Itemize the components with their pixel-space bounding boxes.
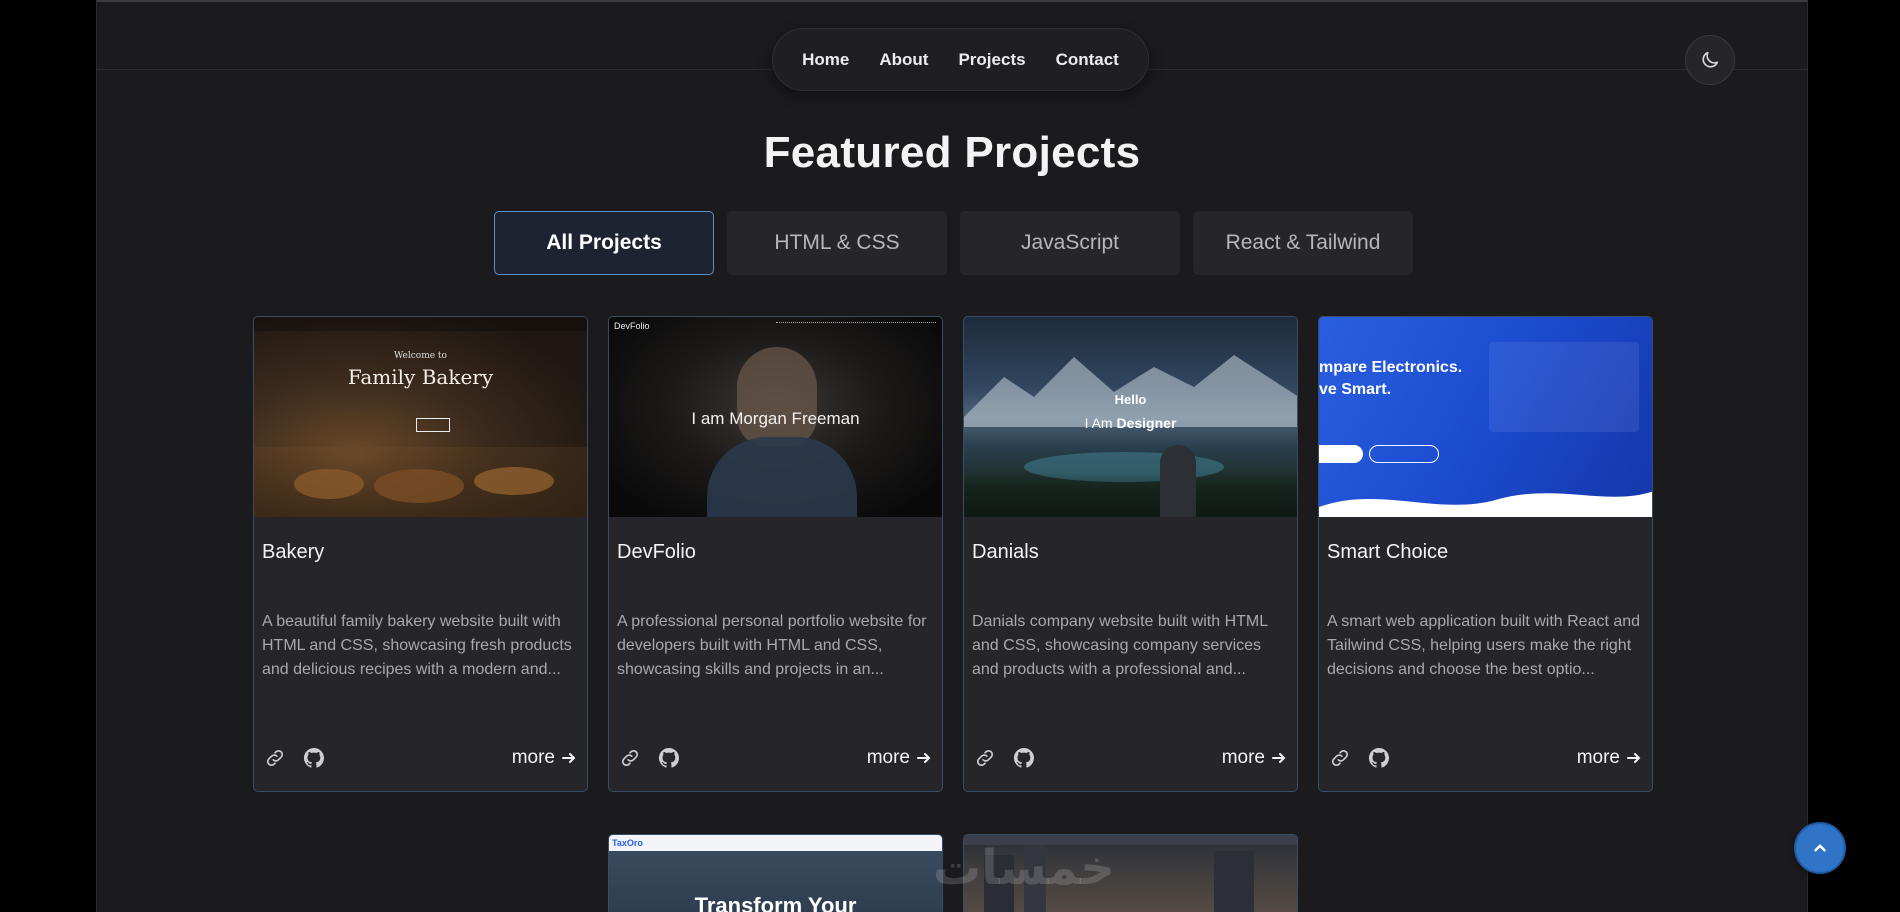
live-link-icon[interactable] [262,745,288,771]
live-link-icon[interactable] [617,745,643,771]
thumb-line2: ve Smart. [1319,381,1392,398]
more-label: more [1221,747,1265,768]
arrow-right-icon [917,753,931,763]
live-link-icon[interactable] [1327,745,1353,771]
project-thumbnail[interactable]: mpare Electronics. ve Smart. [1319,317,1652,517]
project-description: Danials company website built with HTML … [972,613,1268,678]
main-nav: Home About Projects Contact [772,28,1149,91]
project-title: Smart Choice [1327,541,1449,563]
thumb-line2: I Am Designer [964,415,1297,431]
chevron-up-icon [1814,844,1826,852]
thumb-heading: Family Bakery [347,365,494,389]
project-thumbnail[interactable] [964,835,1297,912]
project-card-bakery: Welcome to Family Bakery Bakery A beauti… [253,316,588,792]
arrow-right-icon [1272,753,1286,763]
more-label: more [1576,747,1620,768]
thumb-line2-emph: Designer [1116,415,1177,431]
project-thumbnail[interactable]: TaxOro Transform Your [609,835,942,912]
nav-home[interactable]: Home [802,50,849,70]
filter-all-projects[interactable]: All Projects [494,211,714,275]
thumb-line1: Hello [1114,392,1147,407]
more-link[interactable]: more [1222,747,1287,769]
thumb-heading: Transform Your [694,893,857,912]
thumb-brand: DevFolio [614,321,650,331]
filter-javascript[interactable]: JavaScript [960,211,1180,275]
theme-toggle-button[interactable] [1685,35,1735,85]
filter-html-css[interactable]: HTML & CSS [727,211,947,275]
project-filters: All Projects HTML & CSS JavaScript React… [494,211,1413,275]
more-link[interactable]: more [1577,747,1642,769]
project-actions: more [972,744,1287,772]
github-icon[interactable] [656,745,682,771]
project-description: A smart web application built with React… [1327,613,1641,678]
back-to-top-button[interactable] [1794,822,1846,874]
project-card-devfolio: DevFolio I am Morgan Freeman DevFolio A … [608,316,943,792]
project-card-partial: TaxOro Transform Your [608,834,943,912]
project-actions: more [617,744,932,772]
project-title: Bakery [262,541,325,563]
thumb-brand: TaxOro [612,838,643,848]
more-link[interactable]: more [512,747,577,769]
page-title: Featured Projects [763,128,1141,177]
github-icon[interactable] [1366,745,1392,771]
project-card-partial [963,834,1298,912]
project-thumbnail[interactable]: Hello I Am Designer [964,317,1297,517]
moon-icon [1702,51,1719,68]
thumb-line2-prefix: I Am [1084,415,1117,431]
project-description: A beautiful family bakery website built … [262,613,572,678]
project-card-danials: Hello I Am Designer Danials Danials comp… [963,316,1298,792]
project-thumbnail[interactable]: DevFolio I am Morgan Freeman [609,317,942,517]
nav-about[interactable]: About [879,50,928,70]
live-link-icon[interactable] [972,745,998,771]
more-link[interactable]: more [867,747,932,769]
project-title: Danials [972,541,1039,563]
project-thumbnail[interactable]: Welcome to Family Bakery [254,317,587,517]
project-actions: more [1327,744,1642,772]
nav-contact[interactable]: Contact [1056,50,1119,70]
thumb-line1: mpare Electronics. [1319,359,1463,376]
project-title: DevFolio [617,541,696,563]
project-card-smart-choice: mpare Electronics. ve Smart. Smart Choic… [1318,316,1653,792]
more-label: more [866,747,910,768]
project-actions: more [262,744,577,772]
arrow-right-icon [562,753,576,763]
more-label: more [511,747,555,768]
project-description: A professional personal portfolio websit… [617,613,927,678]
github-icon[interactable] [301,745,327,771]
thumb-heading: I am Morgan Freeman [691,409,860,428]
thumb-subheading: Welcome to [394,351,447,361]
filter-react-tailwind[interactable]: React & Tailwind [1193,211,1413,275]
nav-projects[interactable]: Projects [958,50,1025,70]
page-frame: Home About Projects Contact Featured Pro… [96,0,1808,912]
github-icon[interactable] [1011,745,1037,771]
arrow-right-icon [1627,753,1641,763]
